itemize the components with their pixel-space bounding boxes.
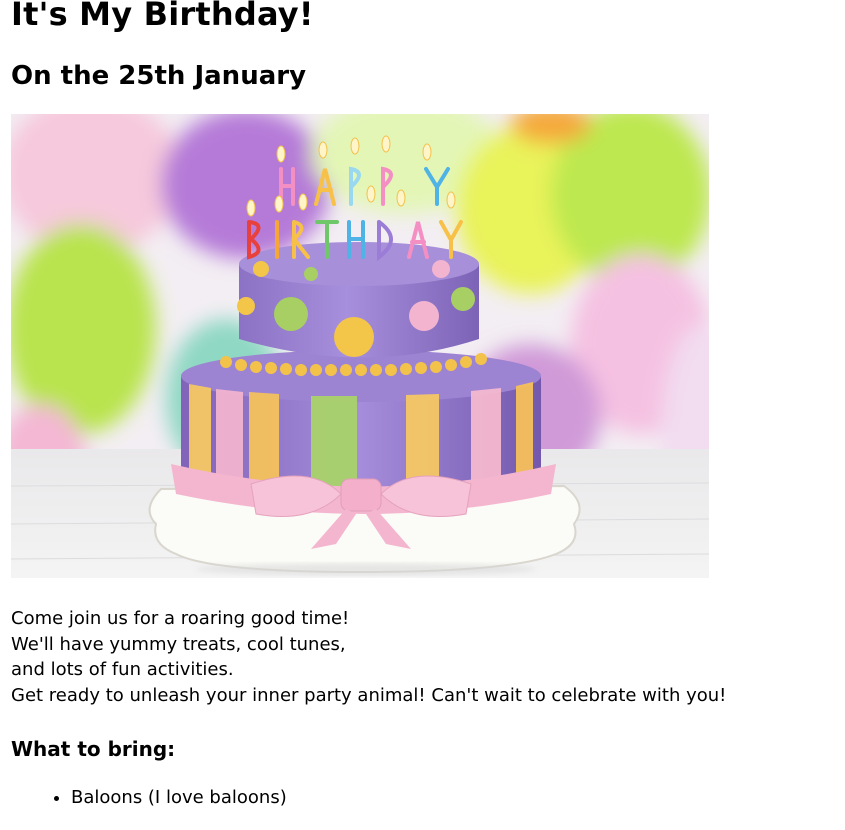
bring-heading: What to bring:: [11, 736, 176, 761]
intro-text: Come join us for a roaring good time! We…: [11, 606, 831, 709]
intro-line: Come join us for a roaring good time!: [11, 608, 350, 629]
intro-line: We'll have yummy treats, cool tunes,: [11, 633, 346, 655]
intro-line: and lots of fun activities.: [11, 659, 234, 681]
page-content: It's My Birthday! On the 25th January Co…: [11, 0, 831, 811]
bring-list: Baloons (I love baloons): [11, 785, 831, 811]
page-subtitle: On the 25th January: [11, 61, 307, 91]
intro-line: Get ready to unleash your inner party an…: [11, 685, 727, 707]
birthday-cake-image: [11, 114, 709, 578]
page-title: It's My Birthday!: [11, 0, 314, 33]
list-item: Baloons (I love baloons): [71, 785, 831, 811]
